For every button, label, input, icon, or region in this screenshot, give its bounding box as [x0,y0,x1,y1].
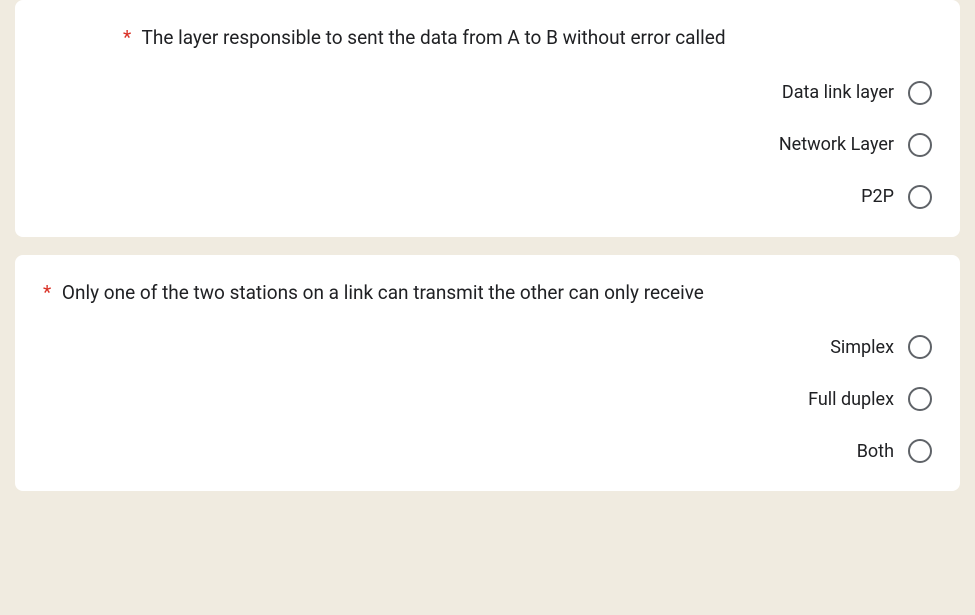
radio-icon[interactable] [908,387,932,411]
option-label: Both [857,441,894,462]
required-star-icon: * [123,26,131,49]
option-row[interactable]: Simplex [830,335,932,359]
option-row[interactable]: Data link layer [782,81,932,105]
radio-icon[interactable] [908,185,932,209]
question-text: The layer responsible to sent the data f… [142,26,726,49]
option-label: Simplex [830,337,894,358]
question-title: * The layer responsible to sent the data… [43,24,932,53]
question-card-2: * Only one of the two stations on a link… [15,255,960,492]
option-label: P2P [861,186,894,207]
question-card-1: * The layer responsible to sent the data… [15,0,960,237]
radio-icon[interactable] [908,133,932,157]
options-container: Simplex Full duplex Both [43,335,932,463]
option-label: Full duplex [808,389,894,410]
radio-icon[interactable] [908,81,932,105]
radio-icon[interactable] [908,439,932,463]
option-row[interactable]: P2P [861,185,932,209]
option-label: Network Layer [779,134,894,155]
option-label: Data link layer [782,82,894,103]
required-star-icon: * [43,281,51,304]
question-text: Only one of the two stations on a link c… [62,281,704,304]
options-container: Data link layer Network Layer P2P [43,81,932,209]
option-row[interactable]: Full duplex [808,387,932,411]
option-row[interactable]: Both [857,439,932,463]
radio-icon[interactable] [908,335,932,359]
question-title: * Only one of the two stations on a link… [43,279,932,308]
option-row[interactable]: Network Layer [779,133,932,157]
